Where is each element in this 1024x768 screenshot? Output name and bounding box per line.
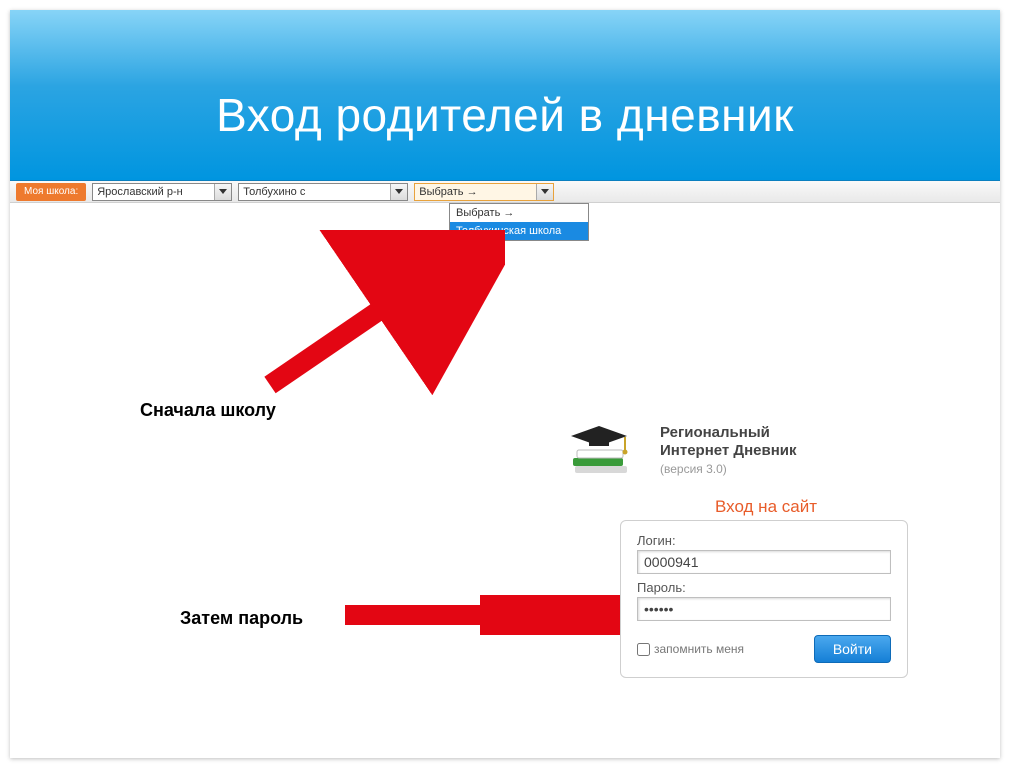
login-button[interactable]: Войти: [814, 635, 891, 663]
region-select-value: Ярославский р-н: [93, 186, 214, 198]
product-brand: Региональный Интернет Дневник (версия 3.…: [560, 415, 797, 485]
password-label: Пароль:: [637, 580, 891, 595]
school-select-value: Выбрать →: [415, 186, 536, 198]
school-option-placeholder[interactable]: Выбрать →: [450, 204, 588, 222]
login-form: Логин: Пароль: запомнить меня Войти: [620, 520, 908, 678]
locality-select-value: Толбухино с: [239, 186, 390, 198]
arrow-to-login-box: [340, 595, 630, 635]
locality-select[interactable]: Толбухино с: [238, 183, 408, 201]
school-select[interactable]: Выбрать →: [414, 183, 554, 201]
annotation-then-password: Затем пароль: [180, 608, 303, 629]
product-version: (версия 3.0): [660, 462, 797, 476]
chevron-down-icon: [536, 184, 553, 200]
password-input[interactable]: [637, 597, 891, 621]
login-input[interactable]: [637, 550, 891, 574]
login-heading: Вход на сайт: [715, 497, 817, 517]
chevron-down-icon: [390, 184, 407, 200]
arrow-to-school-select: [255, 230, 505, 400]
annotation-first-school: Сначала школу: [140, 400, 276, 421]
slide-header: Вход родителей в дневник: [10, 10, 1000, 181]
slide-title: Вход родителей в дневник: [10, 10, 1000, 142]
product-name-line1: Региональный: [660, 424, 797, 442]
product-brand-text: Региональный Интернет Дневник (версия 3.…: [660, 424, 797, 476]
login-label: Логин:: [637, 533, 891, 548]
region-select[interactable]: Ярославский р-н: [92, 183, 232, 201]
remember-me-checkbox[interactable]: [637, 643, 650, 656]
remember-me[interactable]: запомнить меня: [637, 642, 744, 656]
product-name-line2: Интернет Дневник: [660, 442, 797, 460]
school-selector-bar: Моя школа: Ярославский р-н Толбухино с В…: [10, 181, 1000, 203]
chevron-down-icon: [214, 184, 231, 200]
my-school-label: Моя школа:: [16, 183, 86, 201]
remember-me-label: запомнить меня: [654, 642, 744, 656]
product-logo-icon: [560, 415, 650, 485]
slide: Вход родителей в дневник Моя школа: Ярос…: [10, 10, 1000, 758]
